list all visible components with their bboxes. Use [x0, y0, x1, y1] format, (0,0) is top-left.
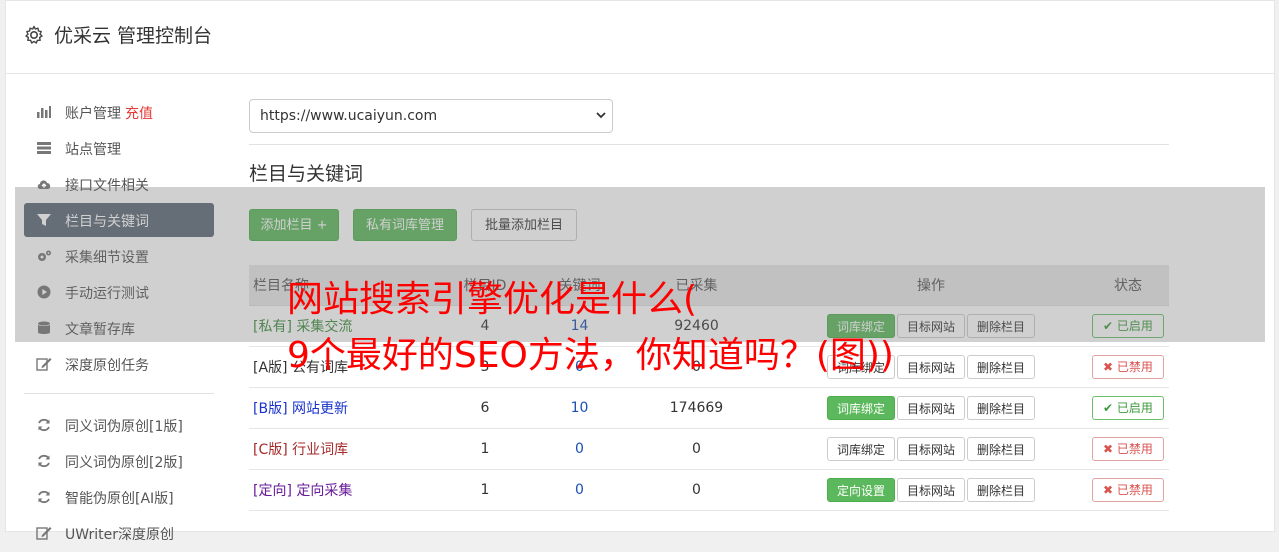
headline-line-2: 9个最好的SEO方法，你知道吗？(图)): [287, 335, 894, 376]
status-cell: ✖ 已禁用: [1087, 428, 1169, 470]
column-name-cell[interactable]: [B版] 网站更新: [249, 387, 429, 429]
sidebar-item-b1[interactable]: 同义词伪原创[2版]: [24, 444, 214, 478]
chevron-down-icon: [596, 112, 606, 119]
delete-column-button[interactable]: 删除栏目: [967, 355, 1036, 379]
target-site-button[interactable]: 目标网站: [896, 396, 965, 420]
close-icon: ✖: [1103, 442, 1117, 456]
status-cell: ✔ 已启用: [1087, 387, 1169, 429]
status-toggle[interactable]: ✔ 已启用: [1092, 396, 1164, 420]
status-label: 已禁用: [1116, 483, 1153, 497]
delete-column-button[interactable]: 删除栏目: [967, 396, 1036, 420]
sidebar-item-b3[interactable]: UWriter深度原创: [24, 516, 214, 550]
delete-column-button[interactable]: 删除栏目: [967, 437, 1036, 461]
status-label: 已禁用: [1116, 360, 1153, 374]
column-id: 6: [429, 387, 541, 429]
edit-icon: [36, 526, 52, 540]
keyword-count[interactable]: 0: [541, 428, 618, 470]
sidebar-item-7[interactable]: 深度原创任务: [24, 347, 214, 381]
column-id: 1: [429, 469, 541, 511]
title-bar: 优采云 管理控制台: [6, 1, 1274, 74]
edit-icon: [36, 357, 52, 371]
site-select-value: https://www.ucaiyun.com: [260, 108, 438, 124]
recharge-link[interactable]: 充值: [125, 106, 153, 122]
status-cell: ✖ 已禁用: [1087, 346, 1169, 388]
page-title: 优采云 管理控制台: [54, 25, 213, 47]
status-toggle[interactable]: ✖ 已禁用: [1092, 355, 1164, 379]
status-label: 已启用: [1116, 401, 1153, 415]
column-name: 行业词库: [292, 442, 349, 458]
sidebar-item-label: 账户管理: [65, 106, 121, 122]
close-icon: ✖: [1103, 360, 1117, 374]
section-title: 栏目与关键词: [249, 163, 364, 185]
sidebar-item-label: UWriter深度原创: [65, 527, 174, 543]
target-site-button[interactable]: 目标网站: [896, 437, 965, 461]
headline-overlay: 网站搜索引擎优化是什么( 9个最好的SEO方法，你知道吗？(图)): [287, 272, 894, 384]
collected-count: 0: [618, 469, 775, 511]
sidebar-item-label: 深度原创任务: [65, 358, 149, 374]
sidebar-divider: [24, 393, 214, 394]
column-name-cell[interactable]: [定向] 定向采集: [249, 469, 429, 511]
sidebar-item-0[interactable]: 账户管理 充值: [24, 95, 214, 129]
status-toggle[interactable]: ✖ 已禁用: [1092, 478, 1164, 502]
divider: [249, 144, 1169, 145]
collected-count: 174669: [618, 387, 775, 429]
sidebar-item-label: 智能伪原创[AI版]: [65, 491, 174, 507]
target-site-button[interactable]: 目标网站: [896, 478, 965, 502]
site-select[interactable]: https://www.ucaiyun.com: [249, 99, 613, 133]
lexicon-bind-button[interactable]: 定向设置: [826, 478, 895, 502]
check-icon: ✔: [1103, 401, 1117, 415]
column-name-cell[interactable]: [C版] 行业词库: [249, 428, 429, 470]
table-row: [C版] 行业词库 1 0 0 词库绑定 目标网站 删除栏目 ✖ 已禁用: [249, 428, 1169, 470]
status-toggle[interactable]: ✖ 已禁用: [1092, 437, 1164, 461]
column-tag: [B版]: [253, 401, 288, 417]
refresh-icon: [36, 454, 52, 468]
sidebar-item-b0[interactable]: 同义词伪原创[1版]: [24, 408, 214, 442]
collected-count: 0: [618, 428, 775, 470]
keyword-count[interactable]: 10: [541, 387, 618, 429]
close-icon: ✖: [1103, 483, 1117, 497]
delete-column-button[interactable]: 删除栏目: [967, 478, 1036, 502]
sidebar-item-label: 同义词伪原创[2版]: [65, 455, 183, 471]
actions-cell: 词库绑定 目标网站 删除栏目: [775, 428, 1087, 470]
column-id: 1: [429, 428, 541, 470]
column-tag: [C版]: [253, 442, 288, 458]
refresh-icon: [36, 490, 52, 504]
actions-cell: 定向设置 目标网站 删除栏目: [775, 469, 1087, 511]
column-tag: [A版]: [253, 360, 288, 376]
status-cell: ✖ 已禁用: [1087, 469, 1169, 511]
bar-chart-icon: [36, 105, 52, 119]
refresh-icon: [36, 418, 52, 432]
server-icon: [36, 141, 52, 155]
sidebar-item-label: 同义词伪原创[1版]: [65, 419, 183, 435]
actions-cell: 词库绑定 目标网站 删除栏目: [775, 387, 1087, 429]
gear-icon: [25, 25, 43, 44]
keyword-count[interactable]: 0: [541, 469, 618, 511]
column-name: 定向采集: [296, 483, 353, 499]
table-row: [定向] 定向采集 1 0 0 定向设置 目标网站 删除栏目 ✖ 已禁用: [249, 469, 1169, 511]
lexicon-bind-button[interactable]: 词库绑定: [826, 437, 895, 461]
column-name: 网站更新: [291, 401, 348, 417]
headline-line-1: 网站搜索引擎优化是什么(: [287, 279, 698, 320]
status-label: 已禁用: [1116, 442, 1153, 456]
sidebar-item-b2[interactable]: 智能伪原创[AI版]: [24, 480, 214, 514]
sidebar-item-label: 站点管理: [65, 142, 121, 158]
lexicon-bind-button[interactable]: 词库绑定: [826, 396, 895, 420]
column-tag: [定向]: [253, 483, 292, 499]
target-site-button[interactable]: 目标网站: [896, 355, 965, 379]
sidebar-item-1[interactable]: 站点管理: [24, 131, 214, 165]
table-row: [B版] 网站更新 6 10 174669 词库绑定 目标网站 删除栏目 ✔ 已启用: [249, 387, 1169, 429]
